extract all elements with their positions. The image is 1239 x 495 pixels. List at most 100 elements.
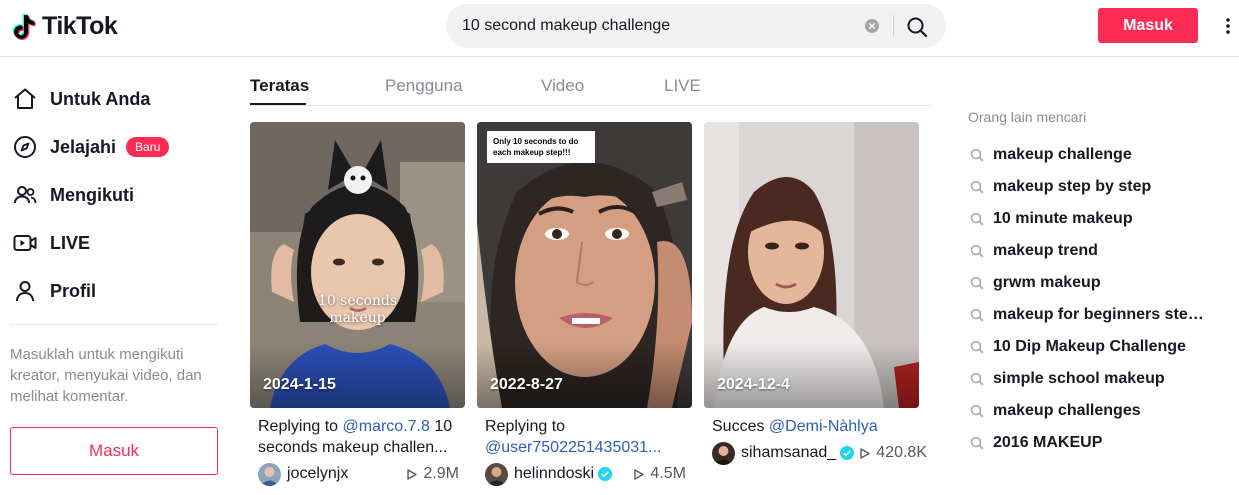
tiktok-logo[interactable]: TikTok xyxy=(12,12,118,41)
related-search-label: makeup for beginners step by step xyxy=(993,306,1210,323)
search-icon xyxy=(970,212,984,226)
related-search-item[interactable]: grwm makeup xyxy=(970,274,1210,292)
more-options-icon[interactable] xyxy=(1220,14,1236,38)
clear-search-icon[interactable] xyxy=(864,18,880,34)
sidebar-item-live[interactable]: LIVE xyxy=(12,230,90,256)
sidebar-item-explore[interactable]: Jelajahi Baru xyxy=(12,134,170,160)
related-search-label: makeup step by step xyxy=(993,178,1152,195)
related-search-label: 2016 MAKEUP xyxy=(993,434,1103,451)
caption-mention[interactable]: @marco.7.8 xyxy=(343,418,430,435)
search-icon[interactable] xyxy=(906,16,928,38)
sidebar-item-profile[interactable]: Profil xyxy=(12,278,96,304)
view-count: 2.9M xyxy=(407,465,459,483)
caption-text: seconds makeup challen... xyxy=(258,439,448,456)
search-input[interactable]: 10 second makeup challenge xyxy=(462,17,670,35)
tab-live[interactable]: LIVE xyxy=(664,76,701,96)
tab-users[interactable]: Pengguna xyxy=(385,76,463,96)
caption-text: 10 xyxy=(429,418,453,435)
video-card[interactable]: 10 seconds makeup 2024-1-15 Replying to … xyxy=(250,122,465,486)
search-icon xyxy=(970,276,984,290)
compass-icon xyxy=(14,136,36,158)
related-search-item[interactable]: 10 Dip Makeup Challenge xyxy=(970,338,1210,356)
sidebar-item-following[interactable]: Mengikuti xyxy=(12,182,134,208)
sidebar-item-label: LIVE xyxy=(50,232,91,253)
video-date: 2024-12-4 xyxy=(717,376,790,393)
related-search-item[interactable]: makeup challenges xyxy=(970,402,1210,420)
related-search-label: 10 Dip Makeup Challenge xyxy=(993,338,1186,355)
video-meta: helinndoski 4.5M xyxy=(485,462,692,486)
related-search-item[interactable]: makeup step by step xyxy=(970,178,1210,196)
related-search-label: makeup trend xyxy=(993,242,1098,259)
avatar[interactable] xyxy=(712,441,735,465)
search-icon xyxy=(970,148,984,162)
related-search-item[interactable]: 2016 MAKEUP xyxy=(970,434,1210,452)
related-search-label: 10 minute makeup xyxy=(993,210,1133,227)
caption-text: Replying to xyxy=(485,418,566,435)
view-count-value: 2.9M xyxy=(423,465,459,482)
creator-username[interactable]: helinndoski xyxy=(514,465,594,483)
video-caption[interactable]: Replying to @user7502251435031... xyxy=(485,416,690,458)
video-meta: sihamsanad_ 420.8K xyxy=(712,441,927,465)
related-search-label: grwm makeup xyxy=(993,274,1101,291)
video-thumbnail[interactable]: 10 seconds makeup 2024-1-15 xyxy=(250,122,465,408)
view-count-value: 4.5M xyxy=(650,465,686,482)
verified-badge-icon xyxy=(840,446,855,460)
video-caption[interactable]: Replying to @marco.7.8 10 seconds makeup… xyxy=(258,416,463,458)
related-search-label: makeup challenge xyxy=(993,146,1132,163)
video-overlay-note: Only 10 seconds to do each makeup step!!… xyxy=(487,131,595,163)
search-icon xyxy=(970,436,984,450)
caption-text: Replying to xyxy=(258,418,343,435)
search-tabs: Teratas Pengguna Video LIVE xyxy=(250,70,932,106)
play-icon xyxy=(634,468,645,480)
video-thumbnail[interactable]: Only 10 seconds to do each makeup step!!… xyxy=(477,122,692,408)
avatar[interactable] xyxy=(485,462,508,486)
verified-badge-icon xyxy=(598,467,613,481)
related-searches-title: Orang lain mencari xyxy=(968,109,1087,125)
related-search-item[interactable]: makeup challenge xyxy=(970,146,1210,164)
avatar[interactable] xyxy=(258,462,281,486)
tab-videos[interactable]: Video xyxy=(541,76,584,96)
sidebar-login-button[interactable]: Masuk xyxy=(10,427,218,475)
profile-icon xyxy=(16,281,34,302)
view-count: 420.8K xyxy=(860,444,927,462)
logo-text: TikTok xyxy=(42,12,118,40)
sidebar-item-label: Profil xyxy=(50,280,97,301)
video-thumbnail-image xyxy=(477,122,692,408)
creator-username[interactable]: sihamsanad_ xyxy=(741,444,836,462)
related-search-item[interactable]: makeup trend xyxy=(970,242,1210,260)
video-thumbnail[interactable]: 2024-12-4 xyxy=(704,122,919,408)
video-card[interactable]: 2024-12-4 Succes @Demi-Nàhlya sihamsanad… xyxy=(704,122,927,465)
caption-text: Succes xyxy=(712,418,769,435)
related-search-item[interactable]: simple school makeup xyxy=(970,370,1210,388)
related-search-label: makeup challenges xyxy=(993,402,1141,419)
search-icon xyxy=(970,180,984,194)
video-overlay-text: 10 seconds makeup xyxy=(250,293,465,327)
creator-username[interactable]: jocelynjx xyxy=(287,465,348,483)
sidebar-item-for-you[interactable]: Untuk Anda xyxy=(12,86,150,112)
overlay-line: 10 seconds xyxy=(317,293,398,309)
video-thumbnail-image xyxy=(704,122,919,408)
search-icon xyxy=(970,244,984,258)
login-prompt-text: Masuklah untuk mengikuti kreator, menyuk… xyxy=(10,346,202,405)
play-icon xyxy=(860,447,870,459)
caption-mention[interactable]: @user7502251435031... xyxy=(485,437,690,458)
related-search-item[interactable]: makeup for beginners step by step xyxy=(970,306,1210,324)
tiktok-logo-icon xyxy=(12,13,36,40)
search-icon xyxy=(970,404,984,418)
view-count-value: 420.8K xyxy=(876,444,927,461)
search-bar[interactable]: 10 second makeup challenge xyxy=(446,4,946,48)
search-divider xyxy=(893,15,894,37)
login-button[interactable]: Masuk xyxy=(1098,8,1198,43)
video-caption[interactable]: Succes @Demi-Nàhlya xyxy=(712,416,917,437)
home-icon xyxy=(14,88,36,109)
caption-mention[interactable]: @Demi-Nàhlya xyxy=(769,418,878,435)
overlay-line: makeup xyxy=(329,310,386,326)
video-date: 2024-1-15 xyxy=(263,376,336,393)
related-search-item[interactable]: 10 minute makeup xyxy=(970,210,1210,228)
video-card[interactable]: Only 10 seconds to do each makeup step!!… xyxy=(477,122,692,486)
tab-top[interactable]: Teratas xyxy=(250,76,309,96)
active-tab-indicator xyxy=(250,103,306,105)
video-date: 2022-8-27 xyxy=(490,376,563,393)
new-badge: Baru xyxy=(126,137,170,157)
sidebar-divider xyxy=(10,324,218,325)
